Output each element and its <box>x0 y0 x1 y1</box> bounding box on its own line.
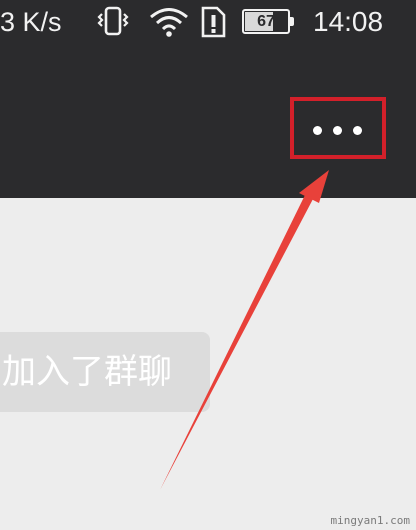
watermark: mingyan1.com <box>330 514 410 527</box>
network-speed: 3 K/s <box>0 7 62 37</box>
battery-nub <box>290 17 294 26</box>
status-bar: 3 K/s 67 14:08 <box>0 0 416 44</box>
sim-alert-icon <box>201 6 226 38</box>
more-dots-icon <box>333 126 342 135</box>
more-dots-icon <box>353 126 362 135</box>
more-dots-icon <box>313 126 322 135</box>
system-message: 加入了群聊 <box>0 332 210 412</box>
wifi-icon <box>150 8 188 37</box>
vibrate-icon <box>97 6 129 36</box>
clock: 14:08 <box>313 6 384 37</box>
more-options-button[interactable] <box>290 97 386 159</box>
battery-icon: 67 <box>242 9 294 34</box>
battery-level: 67 <box>257 13 275 30</box>
